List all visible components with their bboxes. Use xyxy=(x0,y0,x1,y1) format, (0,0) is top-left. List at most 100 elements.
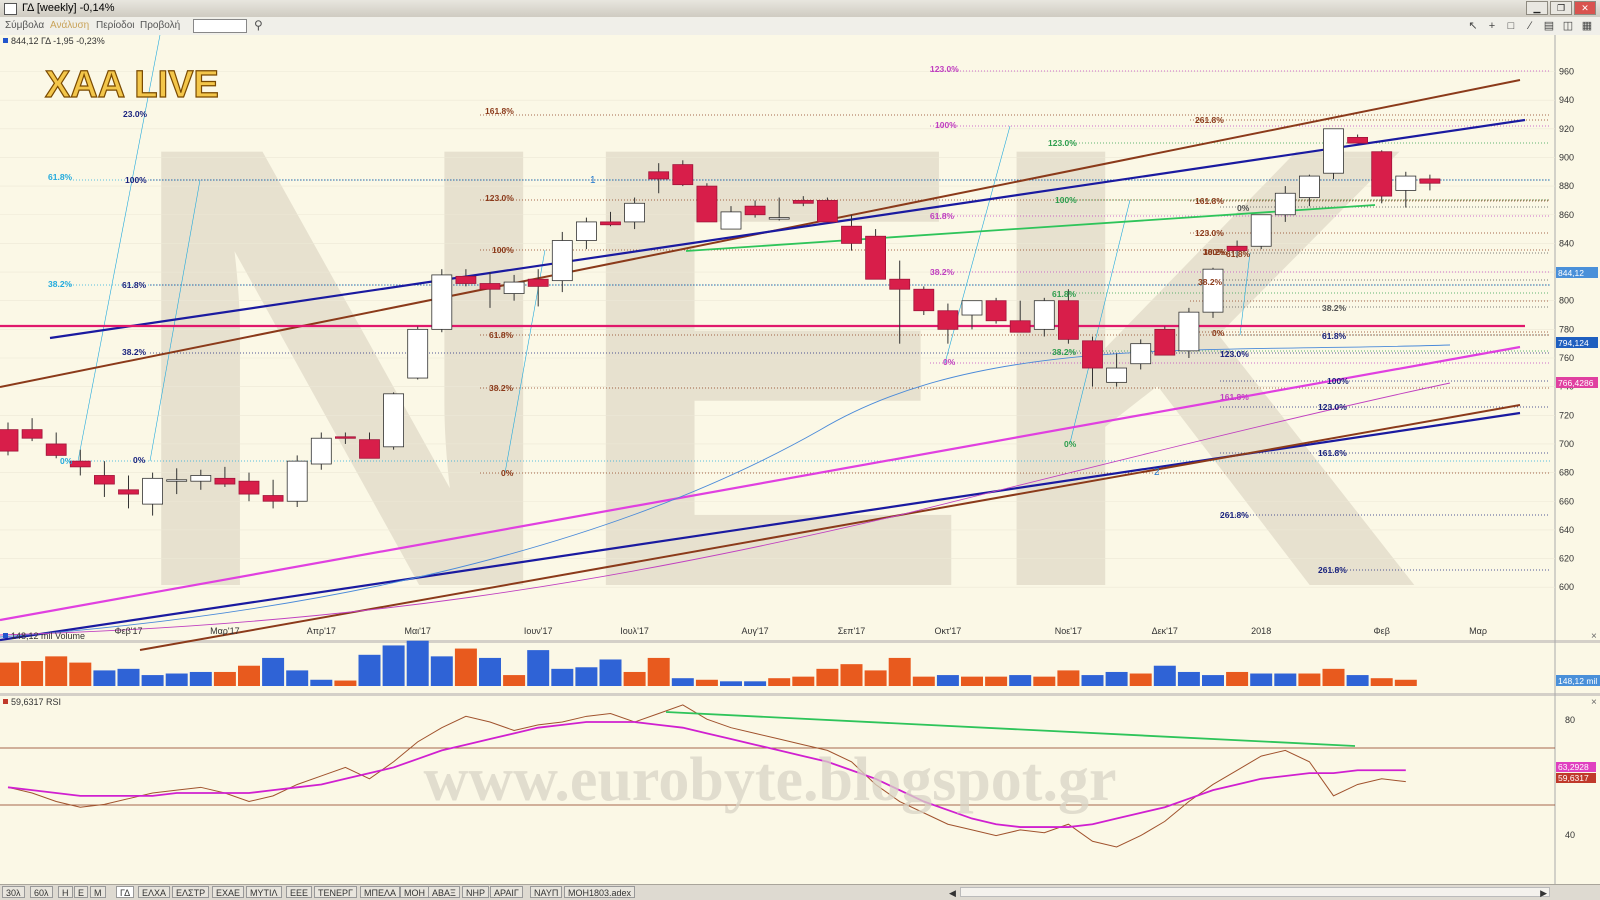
symbol-tab[interactable]: ΤΕΝΕΡΓ xyxy=(314,886,357,898)
candle-body xyxy=(1299,175,1320,198)
time-label: Απρ'17 xyxy=(307,626,336,636)
window-controls: ▁ ❐ ✕ xyxy=(1526,1,1596,15)
fib-label: 38.2% xyxy=(1052,347,1077,357)
crosshair-icon[interactable]: + xyxy=(1485,19,1499,33)
price-tick: 940 xyxy=(1559,95,1574,105)
symbol-tab[interactable]: ΜΠΕΛΑ xyxy=(360,886,401,898)
volume-bar xyxy=(1394,679,1417,686)
candle-body xyxy=(792,200,814,204)
candle-body xyxy=(503,281,525,294)
scroll-right-icon[interactable]: ▶ xyxy=(1540,888,1547,899)
line-icon[interactable]: ∕ xyxy=(1523,19,1537,33)
horizontal-scrollbar[interactable]: ◀ ▶ xyxy=(949,887,1550,899)
menu-view[interactable]: Προβολή xyxy=(140,20,180,31)
candle-body xyxy=(166,479,188,482)
volume-bar xyxy=(238,665,260,686)
price-tick: 920 xyxy=(1559,124,1574,134)
symbol-tab[interactable]: ΝΑΥΠ xyxy=(530,886,563,898)
close-volume-panel-icon[interactable]: × xyxy=(1591,631,1597,642)
fib-label: 61.8% xyxy=(48,172,73,182)
symbol-tab[interactable]: ΜΟΗ xyxy=(400,886,429,898)
volume-bar xyxy=(888,657,911,686)
symbol-tab[interactable]: M xyxy=(90,886,106,898)
fib-label: 61.8% xyxy=(122,280,147,290)
candle-body xyxy=(985,300,1007,322)
symbol-tab[interactable]: ΝΗΡ xyxy=(462,886,490,898)
chart-area[interactable]: NEK 123.0%161.8%23.0%100% 261.8%123.0%61.… xyxy=(0,35,1600,884)
panels-icon[interactable]: ◫ xyxy=(1561,19,1575,33)
fib-label: 0% xyxy=(1064,439,1077,449)
volume-bar xyxy=(189,671,212,686)
menu-symbols[interactable]: Σύμβολα xyxy=(5,20,44,31)
rsi-legend: 59,6317 RSI xyxy=(11,697,61,707)
symbol-tab[interactable]: ΓΔ xyxy=(116,886,135,898)
candle-body xyxy=(69,460,91,468)
time-label: Φεβ xyxy=(1374,626,1390,636)
fib-label: 23.0% xyxy=(123,109,148,119)
symbol-tab[interactable]: ΜΥΤΙΛ xyxy=(246,886,282,898)
price-tick: 800 xyxy=(1559,296,1574,306)
candle-body xyxy=(359,439,380,459)
symbol-search-input[interactable] xyxy=(193,19,247,33)
scroll-left-icon[interactable]: ◀ xyxy=(949,888,956,899)
search-icon[interactable]: ⚲ xyxy=(254,18,263,32)
close-rsi-panel-icon[interactable]: × xyxy=(1591,697,1597,708)
symbol-tab[interactable]: ΕΧΑΕ xyxy=(212,886,245,898)
menu-periods[interactable]: Περίοδοι xyxy=(96,20,135,31)
symbol-tab[interactable]: 60λ xyxy=(30,886,53,898)
volume-bar xyxy=(1298,673,1321,686)
fib-label: 100% xyxy=(125,175,147,185)
candle-body xyxy=(865,235,886,280)
candle-body xyxy=(744,205,766,216)
candle-body xyxy=(817,200,838,223)
save-icon[interactable]: ▦ xyxy=(1580,19,1594,33)
close-button[interactable]: ✕ xyxy=(1574,1,1596,15)
candle-body xyxy=(1250,214,1272,247)
layout-icon[interactable]: ▤ xyxy=(1542,19,1556,33)
rsi-tick: 40 xyxy=(1565,830,1575,840)
volume-bar xyxy=(286,670,309,686)
candle-body xyxy=(600,221,621,226)
restore-button[interactable]: ❐ xyxy=(1550,1,1572,15)
symbol-tab[interactable]: ΑΡΑΙΓ xyxy=(490,886,523,898)
symbol-tab[interactable]: ΑΒΑΞ xyxy=(428,886,460,898)
candle-body xyxy=(0,429,19,452)
candle-body xyxy=(1009,320,1031,333)
volume-bar xyxy=(623,671,646,686)
volume-bar xyxy=(0,662,19,686)
minimize-button[interactable]: ▁ xyxy=(1526,1,1548,15)
time-label: Μαρ xyxy=(1469,626,1487,636)
fib-label: 123.0% xyxy=(1318,402,1347,412)
symbol-tab[interactable]: H xyxy=(58,886,73,898)
symbol-tab[interactable]: ΕΕΕ xyxy=(286,886,313,898)
symbol-tab[interactable]: ΜΟΗ1803.adex xyxy=(564,886,636,898)
fib-label: 38.2% xyxy=(930,267,955,277)
fib-label: 0% xyxy=(501,468,514,478)
volume-bar xyxy=(1322,668,1345,686)
candle-body xyxy=(768,217,790,220)
drawing-toolbar: ↖ + □ ∕ ▤ ◫ ▦ xyxy=(1466,19,1594,33)
cursor-icon[interactable]: ↖ xyxy=(1466,19,1480,33)
symbol-tab[interactable]: 30λ xyxy=(2,886,25,898)
menu-analysis[interactable]: Ανάλυση xyxy=(50,20,89,31)
price-tick: 660 xyxy=(1559,496,1574,506)
rectangle-icon[interactable]: □ xyxy=(1504,19,1518,33)
chart-app-icon xyxy=(4,3,17,15)
symbol-tab[interactable]: ΕΛΧΑ xyxy=(138,886,171,898)
volume-bar xyxy=(768,678,791,686)
price-legend: 844,12 ΓΔ -1,95 -0,23% xyxy=(11,36,105,46)
candle-body xyxy=(334,436,356,439)
price-tick: 620 xyxy=(1559,554,1574,564)
fib-label: 161.8% xyxy=(1195,196,1224,206)
volume-bar xyxy=(744,681,767,686)
symbol-tab[interactable]: E xyxy=(74,886,89,898)
fib-label: 100% xyxy=(1327,376,1349,386)
fib-label: 100% xyxy=(1055,195,1077,205)
xaa-live-logo: XAA LIVE xyxy=(45,64,219,106)
candle-body xyxy=(286,460,308,502)
candle-body xyxy=(262,495,284,502)
candle-body xyxy=(455,275,477,284)
title-bar: ΓΔ [weekly] -0,14% ▁ ❐ ✕ xyxy=(0,0,1600,18)
candle-body xyxy=(1178,311,1200,352)
symbol-tab[interactable]: ΕΛΣΤΡ xyxy=(172,886,210,898)
